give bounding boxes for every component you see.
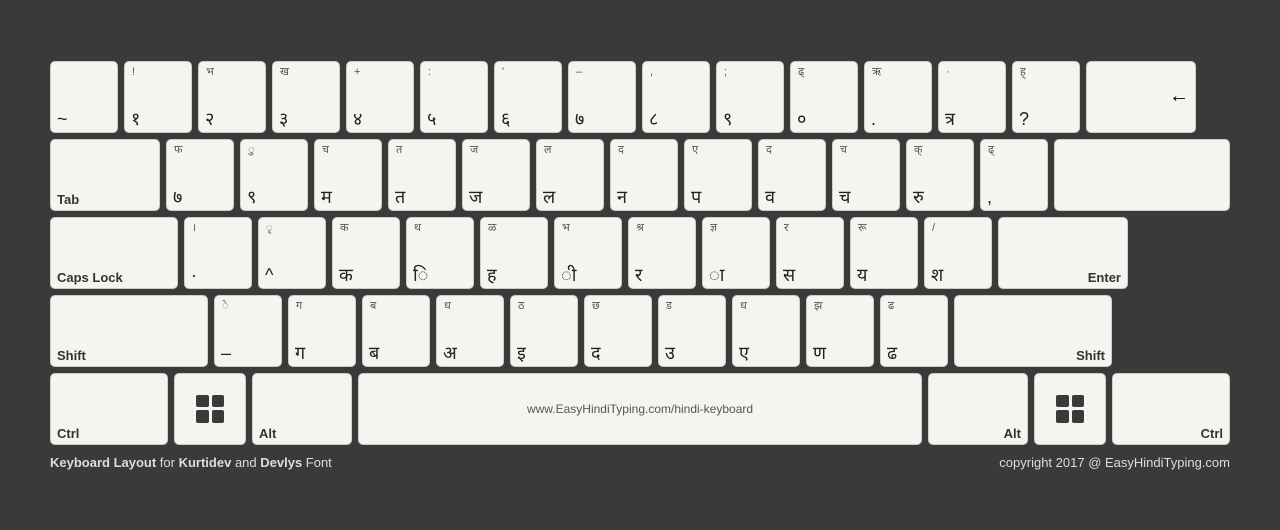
key-c[interactable]: बब bbox=[362, 295, 430, 367]
windows-logo-right bbox=[1056, 395, 1084, 423]
key-6[interactable]: '६ bbox=[494, 61, 562, 133]
ctrl-left-key[interactable]: Ctrl bbox=[50, 373, 168, 445]
key-x[interactable]: गग bbox=[288, 295, 356, 367]
enter-key[interactable]: Enter bbox=[998, 217, 1128, 289]
key-quote[interactable]: /श bbox=[924, 217, 992, 289]
key-9[interactable]: ;९ bbox=[716, 61, 784, 133]
key-bracket[interactable]: ह्? bbox=[1012, 61, 1080, 133]
footer-right-text: copyright 2017 @ EasyHindiTyping.com bbox=[999, 455, 1230, 470]
key-5[interactable]: :५ bbox=[420, 61, 488, 133]
key-t[interactable]: जज bbox=[462, 139, 530, 211]
key-u[interactable]: दन bbox=[610, 139, 678, 211]
key-period[interactable]: झण bbox=[806, 295, 874, 367]
keyboard: ~ !१ भ२ ख३ +४ :५ '६ –७ ,८ ;९ ढ्० ऋ. ·त्र… bbox=[50, 61, 1230, 470]
win-right-key[interactable] bbox=[1034, 373, 1106, 445]
key-w[interactable]: ु९ bbox=[240, 139, 308, 211]
alt-right-key[interactable]: Alt bbox=[928, 373, 1028, 445]
key-7[interactable]: –७ bbox=[568, 61, 636, 133]
alt-left-key[interactable]: Alt bbox=[252, 373, 352, 445]
key-backslash[interactable] bbox=[1054, 139, 1230, 211]
key-h[interactable]: भी bbox=[554, 217, 622, 289]
key-semicolon[interactable]: रूय bbox=[850, 217, 918, 289]
row-caps: Caps Lock ।· ृ^ कक थि ळह भी श्रर ज्ञा रस… bbox=[50, 217, 1230, 289]
key-l[interactable]: रस bbox=[776, 217, 844, 289]
win-left-key[interactable] bbox=[174, 373, 246, 445]
row-bottom: Ctrl Alt www.EasyHindiTyping.com/hindi-k… bbox=[50, 373, 1230, 445]
key-z[interactable]: े– bbox=[214, 295, 282, 367]
key-slash[interactable]: ढढ bbox=[880, 295, 948, 367]
key-e[interactable]: चम bbox=[314, 139, 382, 211]
row-tab: Tab फ७ ु९ चम तत जज लल दन एप दव चच क्रु ढ… bbox=[50, 139, 1230, 211]
key-comma[interactable]: धए bbox=[732, 295, 800, 367]
key-v[interactable]: धअ bbox=[436, 295, 504, 367]
key-4[interactable]: +४ bbox=[346, 61, 414, 133]
key-f[interactable]: थि bbox=[406, 217, 474, 289]
key-a[interactable]: ।· bbox=[184, 217, 252, 289]
key-minus[interactable]: ऋ. bbox=[864, 61, 932, 133]
key-y[interactable]: लल bbox=[536, 139, 604, 211]
key-8[interactable]: ,८ bbox=[642, 61, 710, 133]
key-i[interactable]: एप bbox=[684, 139, 752, 211]
row-shift: Shift े– गग बब धअ ठइ छद डउ धए झण ढढ Shif… bbox=[50, 295, 1230, 367]
row-number: ~ !१ भ२ ख३ +४ :५ '६ –७ ,८ ;९ ढ्० ऋ. ·त्र… bbox=[50, 61, 1230, 133]
key-k[interactable]: ज्ञा bbox=[702, 217, 770, 289]
key-n[interactable]: छद bbox=[584, 295, 652, 367]
key-close-bracket[interactable]: ढ्, bbox=[980, 139, 1048, 211]
key-3[interactable]: ख३ bbox=[272, 61, 340, 133]
key-0[interactable]: ढ्० bbox=[790, 61, 858, 133]
key-q[interactable]: फ७ bbox=[166, 139, 234, 211]
shift-right-key[interactable]: Shift bbox=[954, 295, 1112, 367]
caps-lock-key[interactable]: Caps Lock bbox=[50, 217, 178, 289]
key-open-bracket[interactable]: क्रु bbox=[906, 139, 974, 211]
key-o[interactable]: दव bbox=[758, 139, 826, 211]
key-r[interactable]: तत bbox=[388, 139, 456, 211]
windows-logo-left bbox=[196, 395, 224, 423]
backspace-key[interactable]: ← bbox=[1086, 61, 1196, 133]
key-m[interactable]: डउ bbox=[658, 295, 726, 367]
key-s[interactable]: ृ^ bbox=[258, 217, 326, 289]
tab-key[interactable]: Tab bbox=[50, 139, 160, 211]
footer-left-text: Keyboard Layout for Kurtidev and Devlys … bbox=[50, 455, 332, 470]
key-2[interactable]: भ२ bbox=[198, 61, 266, 133]
key-equals[interactable]: ·त्र bbox=[938, 61, 1006, 133]
key-b[interactable]: ठइ bbox=[510, 295, 578, 367]
key-tilde[interactable]: ~ bbox=[50, 61, 118, 133]
key-g[interactable]: ळह bbox=[480, 217, 548, 289]
shift-left-key[interactable]: Shift bbox=[50, 295, 208, 367]
space-key[interactable]: www.EasyHindiTyping.com/hindi-keyboard bbox=[358, 373, 922, 445]
space-label: www.EasyHindiTyping.com/hindi-keyboard bbox=[527, 402, 753, 416]
key-j[interactable]: श्रर bbox=[628, 217, 696, 289]
key-p[interactable]: चच bbox=[832, 139, 900, 211]
key-1[interactable]: !१ bbox=[124, 61, 192, 133]
ctrl-right-key[interactable]: Ctrl bbox=[1112, 373, 1230, 445]
keyboard-footer: Keyboard Layout for Kurtidev and Devlys … bbox=[50, 455, 1230, 470]
key-d[interactable]: कक bbox=[332, 217, 400, 289]
